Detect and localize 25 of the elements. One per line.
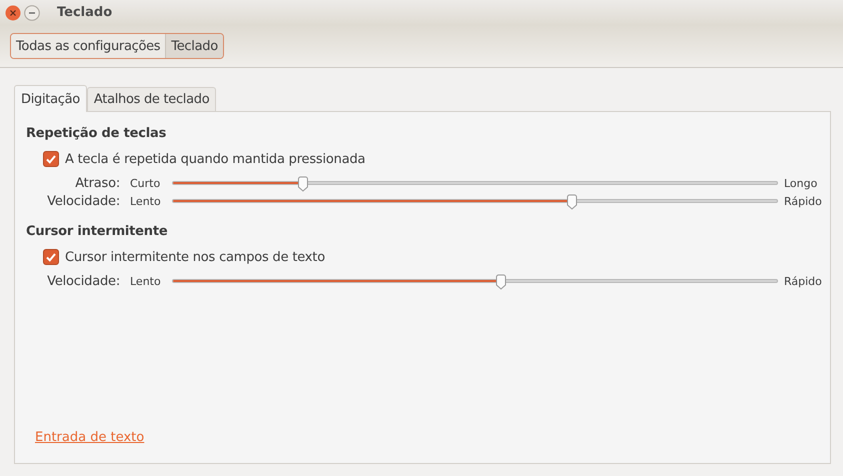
window-title: Teclado — [57, 5, 112, 20]
breadcrumb-button[interactable]: Teclado — [166, 34, 223, 58]
slider-handle[interactable] — [566, 194, 578, 210]
slider-min-label: Curto — [129, 176, 162, 190]
slider-min-label: Lento — [129, 274, 162, 288]
section-heading: Repetição de teclas — [26, 126, 168, 143]
tab[interactable]: Atalhos de teclado — [86, 87, 216, 111]
section-heading: Cursor intermitente — [26, 224, 168, 241]
slider-handle[interactable] — [297, 176, 310, 192]
checkbox-label: Cursor intermitente nos campos de texto — [65, 250, 325, 264]
breadcrumb-button[interactable]: Todas as configurações — [11, 34, 166, 58]
checkbox[interactable] — [43, 249, 59, 265]
tab[interactable]: Digitação — [14, 85, 87, 112]
slider-handle[interactable] — [494, 274, 507, 290]
slider-label: Atraso: — [74, 176, 120, 190]
minimize-icon[interactable] — [24, 4, 40, 20]
slider-max-label: Longo — [784, 176, 818, 190]
slider-max-label: Rápido — [784, 194, 822, 208]
checkbox-label: A tecla é repetida quando mantida pressionada — [65, 152, 366, 166]
slider-label: Velocidade: — [46, 194, 120, 208]
slider-max-label: Rápido — [784, 274, 822, 288]
slider-min-label: Lento — [129, 194, 162, 208]
close-icon[interactable] — [5, 4, 21, 20]
slider-label: Velocidade: — [46, 274, 120, 288]
checkbox[interactable] — [43, 151, 59, 167]
